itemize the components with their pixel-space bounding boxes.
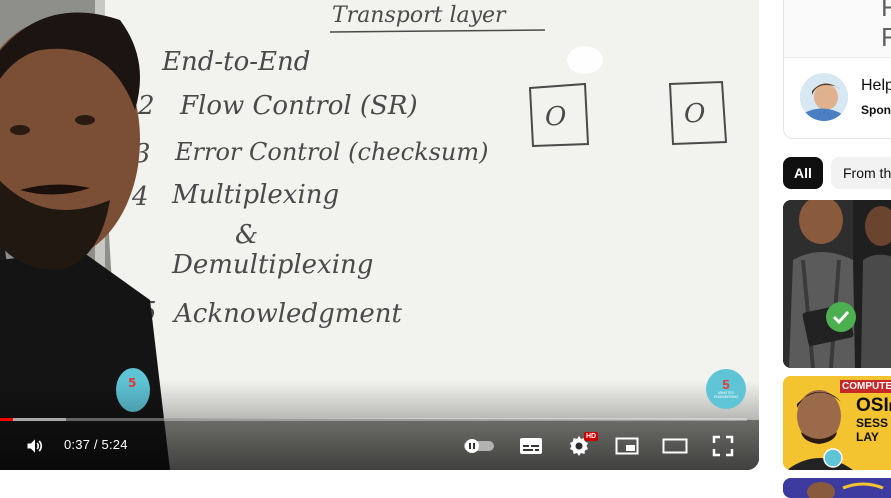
whiteboard-item-3: Error Control (checksum) bbox=[174, 138, 489, 166]
whiteboard-num-4: 4 bbox=[131, 182, 149, 212]
hd-badge: HD bbox=[584, 432, 599, 441]
whiteboard-box-1: O bbox=[545, 102, 566, 132]
thumb2-subtitle: SESS LAY bbox=[856, 416, 888, 444]
fullscreen-icon bbox=[712, 435, 734, 457]
chip-all[interactable]: All bbox=[783, 157, 823, 189]
controls-gradient bbox=[0, 380, 759, 470]
time-total: 5:24 bbox=[101, 437, 128, 452]
subtitles-button[interactable] bbox=[518, 436, 544, 456]
ad-card[interactable]: F F Help Spons bbox=[783, 0, 891, 139]
watermark-number: 5 bbox=[722, 377, 730, 392]
ad-image[interactable]: F F bbox=[784, 0, 891, 58]
time-display: 0:37 / 5:24 bbox=[64, 437, 128, 452]
ad-image-text-1: F bbox=[881, 0, 891, 21]
autoplay-toggle-icon bbox=[464, 439, 494, 453]
miniplayer-button[interactable] bbox=[614, 436, 640, 456]
channel-watermark[interactable]: 5 MINUTES ENGINEERING bbox=[706, 369, 746, 409]
video-player[interactable]: Transport layer 1 End-to-End 2 Flow Cont… bbox=[0, 0, 759, 470]
autoplay-toggle[interactable] bbox=[462, 436, 496, 456]
chip-from-channel[interactable]: From th bbox=[831, 157, 891, 189]
sidebar: F F Help Spons All From th bbox=[783, 0, 891, 498]
thumb2-line-1: SESS bbox=[856, 416, 889, 430]
ad-image-text-2: F bbox=[881, 23, 891, 51]
watermark-caption: MINUTES ENGINEERING bbox=[713, 391, 739, 399]
thumb2-title: OSIM bbox=[856, 396, 891, 417]
video-thumbnail[interactable] bbox=[783, 478, 891, 498]
progress-bar[interactable] bbox=[0, 418, 747, 421]
whiteboard-title: Transport layer bbox=[332, 3, 507, 28]
mute-button[interactable] bbox=[22, 434, 48, 458]
whiteboard-item-6: Acknowledgment bbox=[172, 299, 403, 329]
ad-title[interactable]: Help bbox=[861, 77, 891, 95]
theater-mode-icon bbox=[662, 438, 688, 454]
thumb2-title-big: OSI bbox=[856, 395, 889, 416]
video-thumbnail[interactable]: COMPUTER OSIM SESS LAY bbox=[783, 376, 891, 470]
whiteboard-num-2: 2 bbox=[137, 91, 155, 121]
fullscreen-button[interactable] bbox=[710, 434, 736, 458]
advertiser-avatar[interactable] bbox=[800, 73, 848, 121]
whiteboard-box-2: O bbox=[684, 99, 705, 129]
thumb2-label: COMPUTER bbox=[840, 380, 891, 393]
thumb2-line-2: LAY bbox=[856, 430, 879, 444]
time-current: 0:37 bbox=[64, 437, 91, 452]
whiteboard-item-1: End-to-End bbox=[161, 47, 310, 77]
progress-played bbox=[0, 418, 13, 421]
whiteboard-item-4: Multiplexing bbox=[171, 180, 339, 210]
subtitles-icon bbox=[520, 438, 542, 454]
time-separator: / bbox=[93, 437, 98, 452]
ad-sponsored-label: Spons bbox=[861, 103, 891, 117]
volume-icon bbox=[27, 439, 43, 453]
miniplayer-icon bbox=[615, 437, 639, 455]
whiteboard-item-2: Flow Control (SR) bbox=[179, 91, 418, 121]
whiteboard-item-amp: & bbox=[235, 220, 258, 250]
theater-mode-button[interactable] bbox=[661, 436, 689, 456]
whiteboard-item-5: Demultiplexing bbox=[171, 250, 373, 280]
video-thumbnail[interactable] bbox=[783, 200, 891, 368]
